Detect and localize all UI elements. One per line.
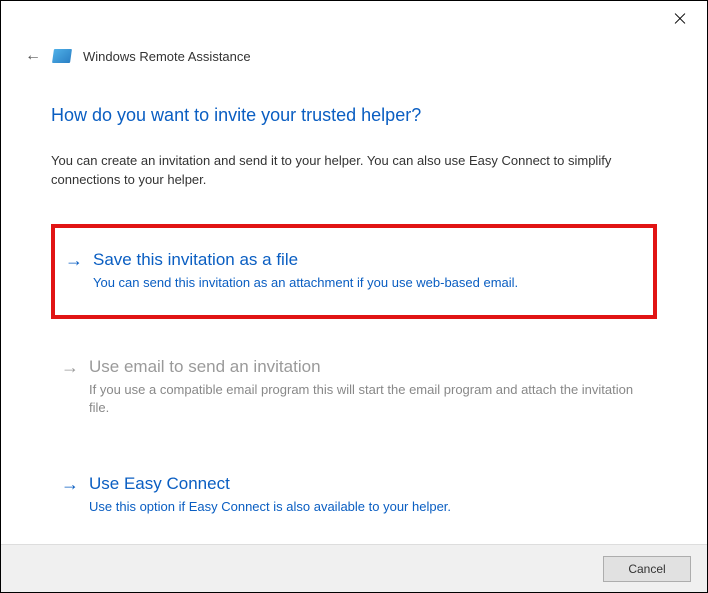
- header: ← Windows Remote Assistance: [1, 37, 707, 65]
- option-save-file[interactable]: → Save this invitation as a file You can…: [51, 224, 657, 319]
- option-head: → Save this invitation as a file: [65, 250, 637, 270]
- cancel-button[interactable]: Cancel: [603, 556, 691, 582]
- option-title: Save this invitation as a file: [93, 250, 298, 270]
- close-icon[interactable]: [673, 9, 691, 27]
- arrow-right-icon: →: [65, 251, 83, 269]
- option-description: If you use a compatible email program th…: [89, 381, 641, 419]
- option-easy-connect[interactable]: → Use Easy Connect Use this option if Ea…: [51, 462, 657, 533]
- footer: Cancel: [1, 544, 707, 592]
- option-title: Use email to send an invitation: [89, 357, 321, 377]
- page-heading: How do you want to invite your trusted h…: [51, 105, 657, 126]
- intro-text: You can create an invitation and send it…: [51, 152, 657, 190]
- content-area: How do you want to invite your trusted h…: [1, 65, 707, 533]
- option-title: Use Easy Connect: [89, 474, 230, 494]
- option-head: → Use email to send an invitation: [61, 357, 641, 377]
- option-description: You can send this invitation as an attac…: [93, 274, 637, 293]
- option-head: → Use Easy Connect: [61, 474, 641, 494]
- arrow-right-icon: →: [61, 358, 79, 376]
- option-email: → Use email to send an invitation If you…: [51, 345, 657, 435]
- titlebar: [1, 1, 707, 37]
- arrow-right-icon: →: [61, 475, 79, 493]
- app-title: Windows Remote Assistance: [83, 49, 251, 64]
- back-arrow-icon[interactable]: ←: [25, 47, 41, 65]
- option-description: Use this option if Easy Connect is also …: [89, 498, 641, 517]
- app-icon: [52, 49, 72, 63]
